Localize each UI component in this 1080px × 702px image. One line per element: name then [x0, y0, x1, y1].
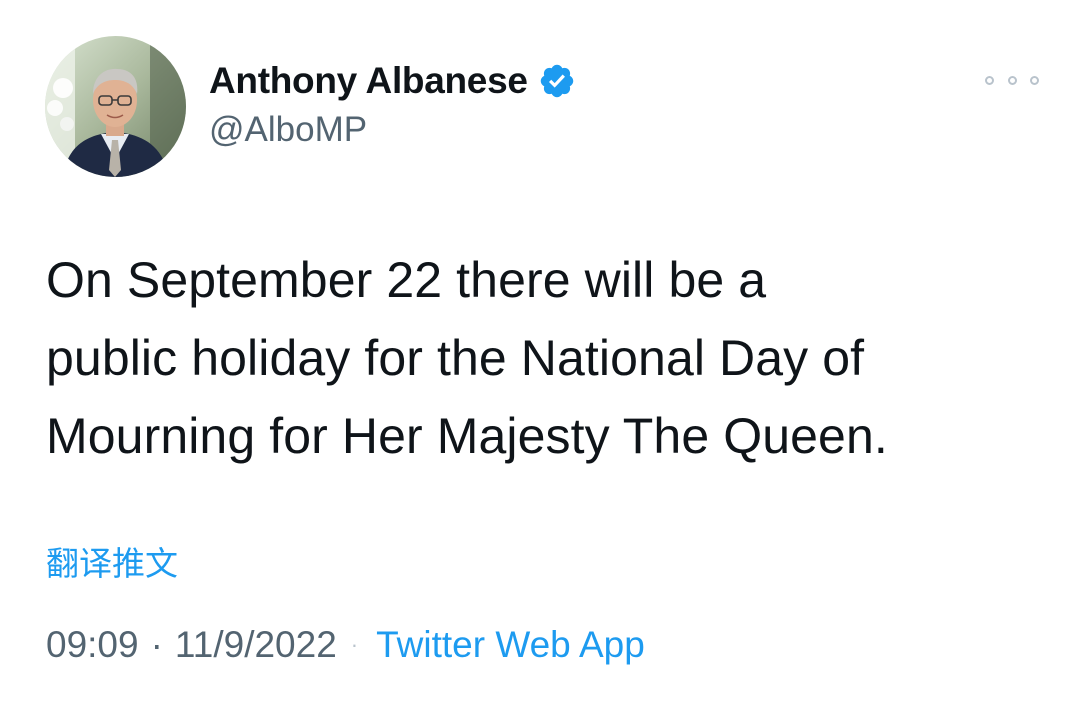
tweet-source-link[interactable]: Twitter Web App	[376, 624, 645, 666]
avatar[interactable]	[45, 36, 186, 177]
tweet-date[interactable]: 11/9/2022	[175, 624, 337, 666]
translate-tweet-link[interactable]: 翻译推文	[46, 537, 178, 585]
avatar-photo	[45, 36, 186, 177]
tweet-text: On September 22 there will be a public h…	[46, 241, 1046, 475]
more-dot	[985, 75, 994, 85]
author-name-row: Anthony Albanese	[209, 58, 576, 104]
verified-badge-icon	[538, 62, 576, 100]
meta-separator: ·	[150, 624, 163, 665]
tweet-text-line: public holiday for the National Day of	[46, 330, 865, 386]
more-dot	[1007, 75, 1017, 85]
more-options-icon[interactable]	[985, 62, 1039, 98]
author-display-name[interactable]: Anthony Albanese	[209, 60, 528, 102]
tweet-time[interactable]: 09:09	[46, 624, 139, 666]
meta-separator: ·	[350, 632, 359, 657]
more-dot	[1030, 75, 1039, 85]
tweet-meta: 09:09 · 11/9/2022 · Twitter Web App	[46, 618, 645, 672]
tweet-text-line: Mourning for Her Majesty The Queen.	[46, 408, 888, 464]
tweet-text-line: On September 22 there will be a	[46, 252, 767, 308]
author-handle[interactable]: @AlboMP	[209, 110, 367, 150]
tweet-card: Anthony Albanese @AlboMP On September 22…	[0, 0, 1080, 702]
